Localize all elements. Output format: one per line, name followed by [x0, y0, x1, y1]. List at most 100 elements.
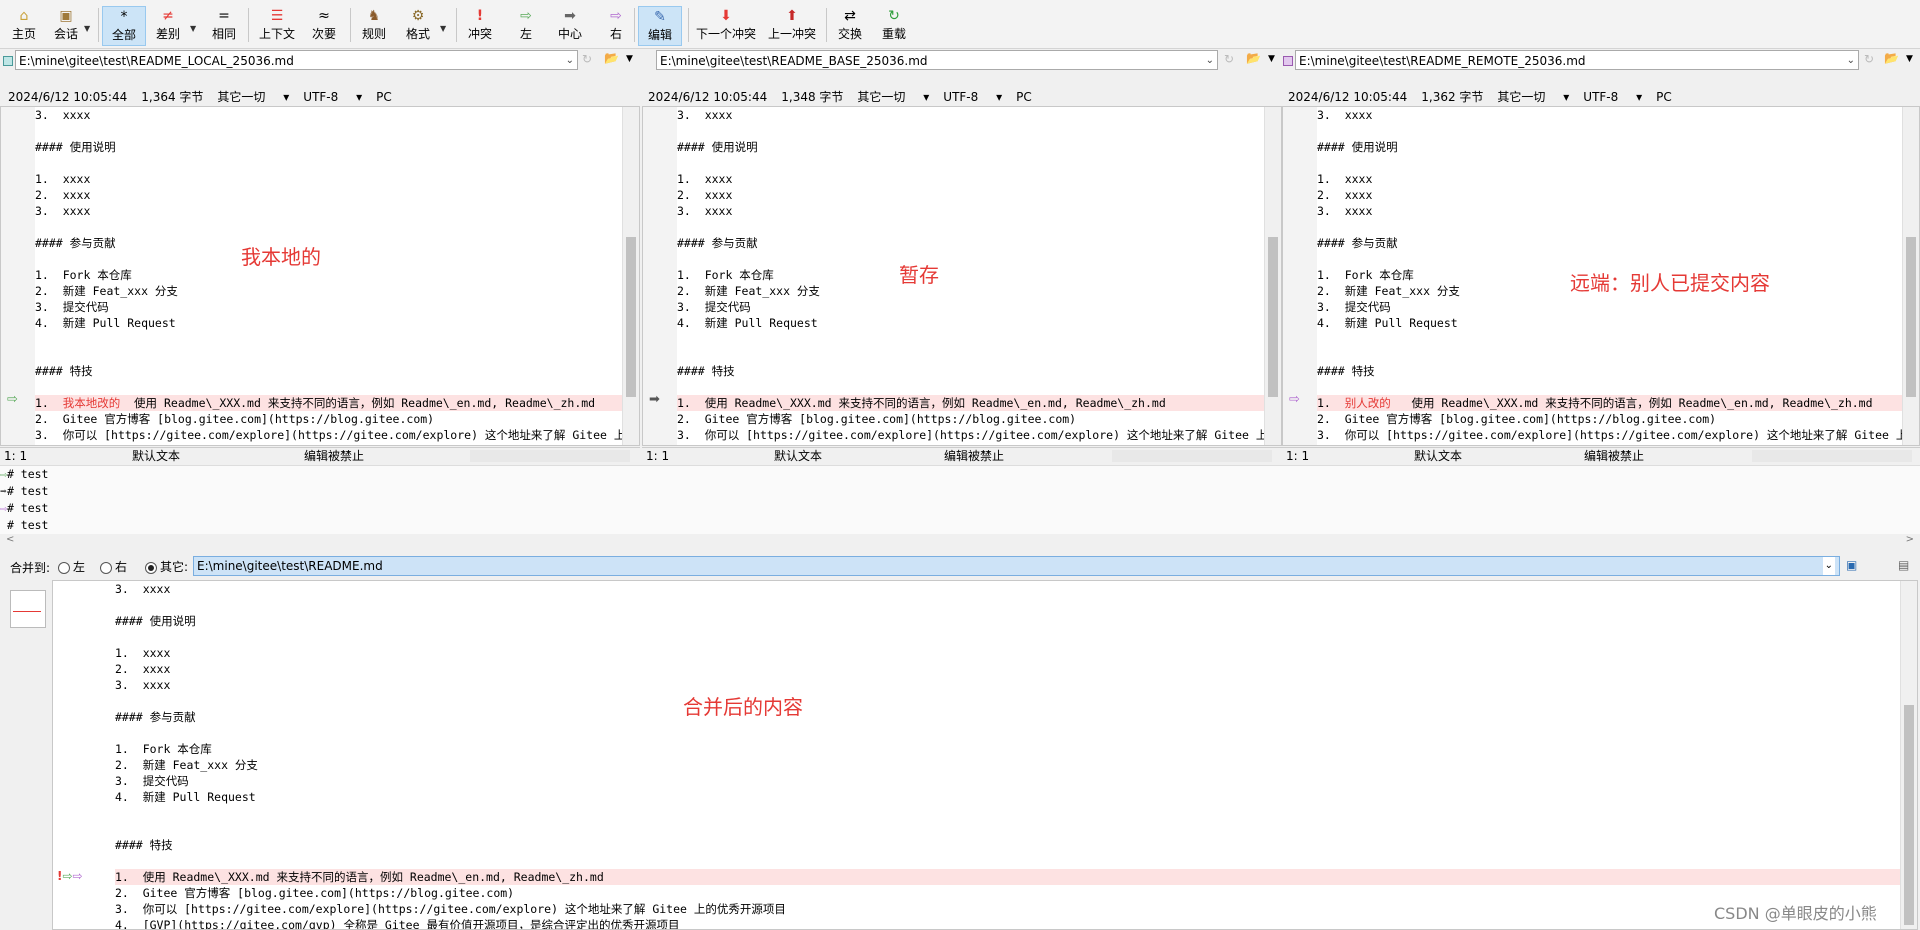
code-line[interactable]: 1. xxxx [677, 171, 1265, 187]
code-line[interactable]: 2. xxxx [35, 187, 623, 203]
merge-output-path-input[interactable]: E:\mine\gitee\test\README.md ⌄ [193, 556, 1840, 576]
conflict-button[interactable]: ! 冲突 [462, 6, 498, 46]
remote-open-folder-icon[interactable]: 📂 [1884, 51, 1899, 65]
format-button[interactable]: ⚙ 格式 [400, 6, 436, 46]
minor-button[interactable]: ≈ 次要 [304, 6, 344, 46]
misc-dropdown[interactable]: 其它一切 ▾ [857, 90, 929, 104]
code-line[interactable] [115, 693, 1901, 709]
layout-icon[interactable]: ▤ [1898, 558, 1909, 572]
code-line[interactable]: 2. xxxx [115, 661, 1901, 677]
code-line[interactable]: 3. xxxx [677, 203, 1265, 219]
right-merge-arrow-icon[interactable]: ⇨ [1289, 392, 1300, 407]
reload-button[interactable]: ↻ 重载 [876, 6, 912, 46]
code-line[interactable] [35, 219, 623, 235]
filter-same-button[interactable]: = 相同 [206, 6, 242, 46]
encoding-dropdown[interactable]: UTF-8 ▾ [943, 90, 1002, 104]
filter-all-button[interactable]: * 全部 [102, 6, 146, 46]
code-line[interactable]: 4. 新建 Pull Request [115, 789, 1901, 805]
diff-dropdown-icon[interactable]: ▼ [190, 24, 196, 33]
code-line[interactable]: 3. 你可以 [https://gitee.com/explore](https… [35, 427, 623, 443]
local-path-input[interactable]: E:\mine\gitee\test\README_LOCAL_25036.md… [15, 50, 578, 70]
base-history-icon[interactable]: ↻ [1224, 52, 1234, 66]
scroll-thumb[interactable] [1906, 237, 1916, 397]
merged-code[interactable]: 3. xxxx #### 使用说明 1. xxxx 2. xxxx 3. xxxx ###… [115, 581, 1901, 929]
merge-right-radio[interactable]: 右 [100, 558, 127, 575]
remote-path-input[interactable]: E:\mine\gitee\test\README_REMOTE_25036.m… [1295, 50, 1859, 70]
chevron-down-icon[interactable]: ⌄ [566, 51, 574, 69]
left-button[interactable]: ⇨ 左 [508, 6, 544, 46]
conflict-line[interactable]: 1. 使用 Readme\_XXX.md 来支持不同的语言，例如 Readme\… [677, 395, 1265, 411]
code-line[interactable] [677, 123, 1265, 139]
remote-text-pane[interactable]: ⇨ 3. xxxx #### 使用说明 1. xxxx 2. xxxx 3. xxxx #… [1282, 106, 1920, 446]
scroll-left-icon[interactable]: < [6, 534, 14, 545]
next-conflict-button[interactable]: ⬇ 下一个冲突 [694, 6, 758, 46]
vertical-scrollbar[interactable] [1902, 107, 1919, 445]
merge-overview-gutter[interactable] [0, 580, 52, 930]
code-line[interactable] [677, 251, 1265, 267]
code-line[interactable]: 2. 新建 Feat_xxx 分支 [677, 283, 1265, 299]
vertical-scrollbar[interactable] [622, 107, 639, 445]
code-line[interactable]: 3. 提交代码 [677, 299, 1265, 315]
code-line[interactable]: 4. [GVP](https://gitee.com/gvp) 全称是 Gite… [35, 443, 623, 445]
code-line[interactable]: 3. 你可以 [https://gitee.com/explore](https… [1317, 427, 1903, 443]
code-line[interactable]: 1. Fork 本仓库 [677, 267, 1265, 283]
code-line[interactable]: #### 特技 [1317, 363, 1903, 379]
filter-diff-button[interactable]: ≠ 差别 [150, 6, 186, 46]
code-line[interactable]: 2. xxxx [1317, 187, 1903, 203]
local-folder-dropdown-icon[interactable]: ▼ [626, 54, 633, 64]
code-line[interactable]: 2. Gitee 官方博客 [blog.gitee.com](https://b… [1317, 411, 1903, 427]
code-line[interactable]: 4. [GVP](https://gitee.com/gvp) 全称是 Gite… [677, 443, 1265, 445]
code-line[interactable]: 4. 新建 Pull Request [677, 315, 1265, 331]
code-line[interactable]: 3. 提交代码 [1317, 299, 1903, 315]
session-dropdown-icon[interactable]: ▼ [84, 24, 90, 33]
code-line[interactable]: 3. 提交代码 [35, 299, 623, 315]
left-merge-arrow-icon[interactable]: ⇨ [7, 392, 18, 407]
right-button[interactable]: ⇨ 右 [598, 6, 634, 46]
code-line[interactable]: 2. xxxx [677, 187, 1265, 203]
merge-map-thumbnail[interactable] [10, 590, 46, 628]
conflict-line[interactable]: 1. 我本地改的 使用 Readme\_XXX.md 来支持不同的语言，例如 R… [35, 395, 623, 411]
code-line[interactable]: 3. xxxx [677, 107, 1265, 123]
code-line[interactable] [1317, 331, 1903, 347]
code-line[interactable]: 3. xxxx [115, 581, 1901, 597]
code-line[interactable]: 1. xxxx [1317, 171, 1903, 187]
code-line[interactable] [115, 821, 1901, 837]
code-line[interactable]: 1. Fork 本仓库 [115, 741, 1901, 757]
code-line[interactable] [1317, 379, 1903, 395]
code-line[interactable]: #### 特技 [115, 837, 1901, 853]
code-line[interactable]: 3. xxxx [1317, 107, 1903, 123]
code-line[interactable]: 4. 新建 Pull Request [35, 315, 623, 331]
code-line[interactable]: #### 特技 [35, 363, 623, 379]
misc-dropdown[interactable]: 其它一切 ▾ [217, 90, 289, 104]
code-line[interactable] [35, 155, 623, 171]
code-line[interactable]: 1. xxxx [115, 645, 1901, 661]
code-line[interactable] [35, 123, 623, 139]
remote-folder-dropdown-icon[interactable]: ▼ [1906, 54, 1913, 64]
code-line[interactable] [677, 331, 1265, 347]
merge-other-radio[interactable]: 其它: [145, 558, 188, 575]
code-line[interactable]: 1. xxxx [35, 171, 623, 187]
code-line[interactable]: 3. xxxx [115, 677, 1901, 693]
remote-history-icon[interactable]: ↻ [1864, 52, 1874, 66]
code-line[interactable]: #### 使用说明 [35, 139, 623, 155]
base-open-folder-icon[interactable]: 📂 [1246, 51, 1261, 65]
diff-overview-scrollbar[interactable]: < > [0, 534, 1920, 548]
code-line[interactable]: 4. [GVP](https://gitee.com/gvp) 全称是 Gite… [115, 917, 1901, 929]
encoding-dropdown[interactable]: UTF-8 ▾ [303, 90, 362, 104]
code-line[interactable] [677, 219, 1265, 235]
code-line[interactable]: 3. xxxx [35, 107, 623, 123]
code-line[interactable]: #### 参与贡献 [677, 235, 1265, 251]
code-line[interactable]: #### 使用说明 [1317, 139, 1903, 155]
code-line[interactable] [677, 379, 1265, 395]
diff-row[interactable]: ⇨# test [0, 466, 48, 482]
code-line[interactable] [35, 331, 623, 347]
code-line[interactable] [35, 251, 623, 267]
rules-button[interactable]: ♞ 规则 [356, 6, 392, 46]
chevron-down-icon[interactable]: ⌄ [1847, 51, 1855, 69]
code-line[interactable]: 2. Gitee 官方博客 [blog.gitee.com](https://b… [115, 885, 1901, 901]
merged-text-pane[interactable]: !⇨⇨ 3. xxxx #### 使用说明 1. xxxx 2. xxxx 3. xxx… [52, 580, 1918, 930]
local-code[interactable]: 3. xxxx #### 使用说明 1. xxxx 2. xxxx 3. xxxx ###… [35, 107, 623, 445]
horizontal-scrollbar[interactable] [1112, 450, 1272, 462]
diff-row[interactable]: # test [0, 517, 49, 533]
center-merge-arrow-icon[interactable]: ➡ [649, 392, 660, 407]
